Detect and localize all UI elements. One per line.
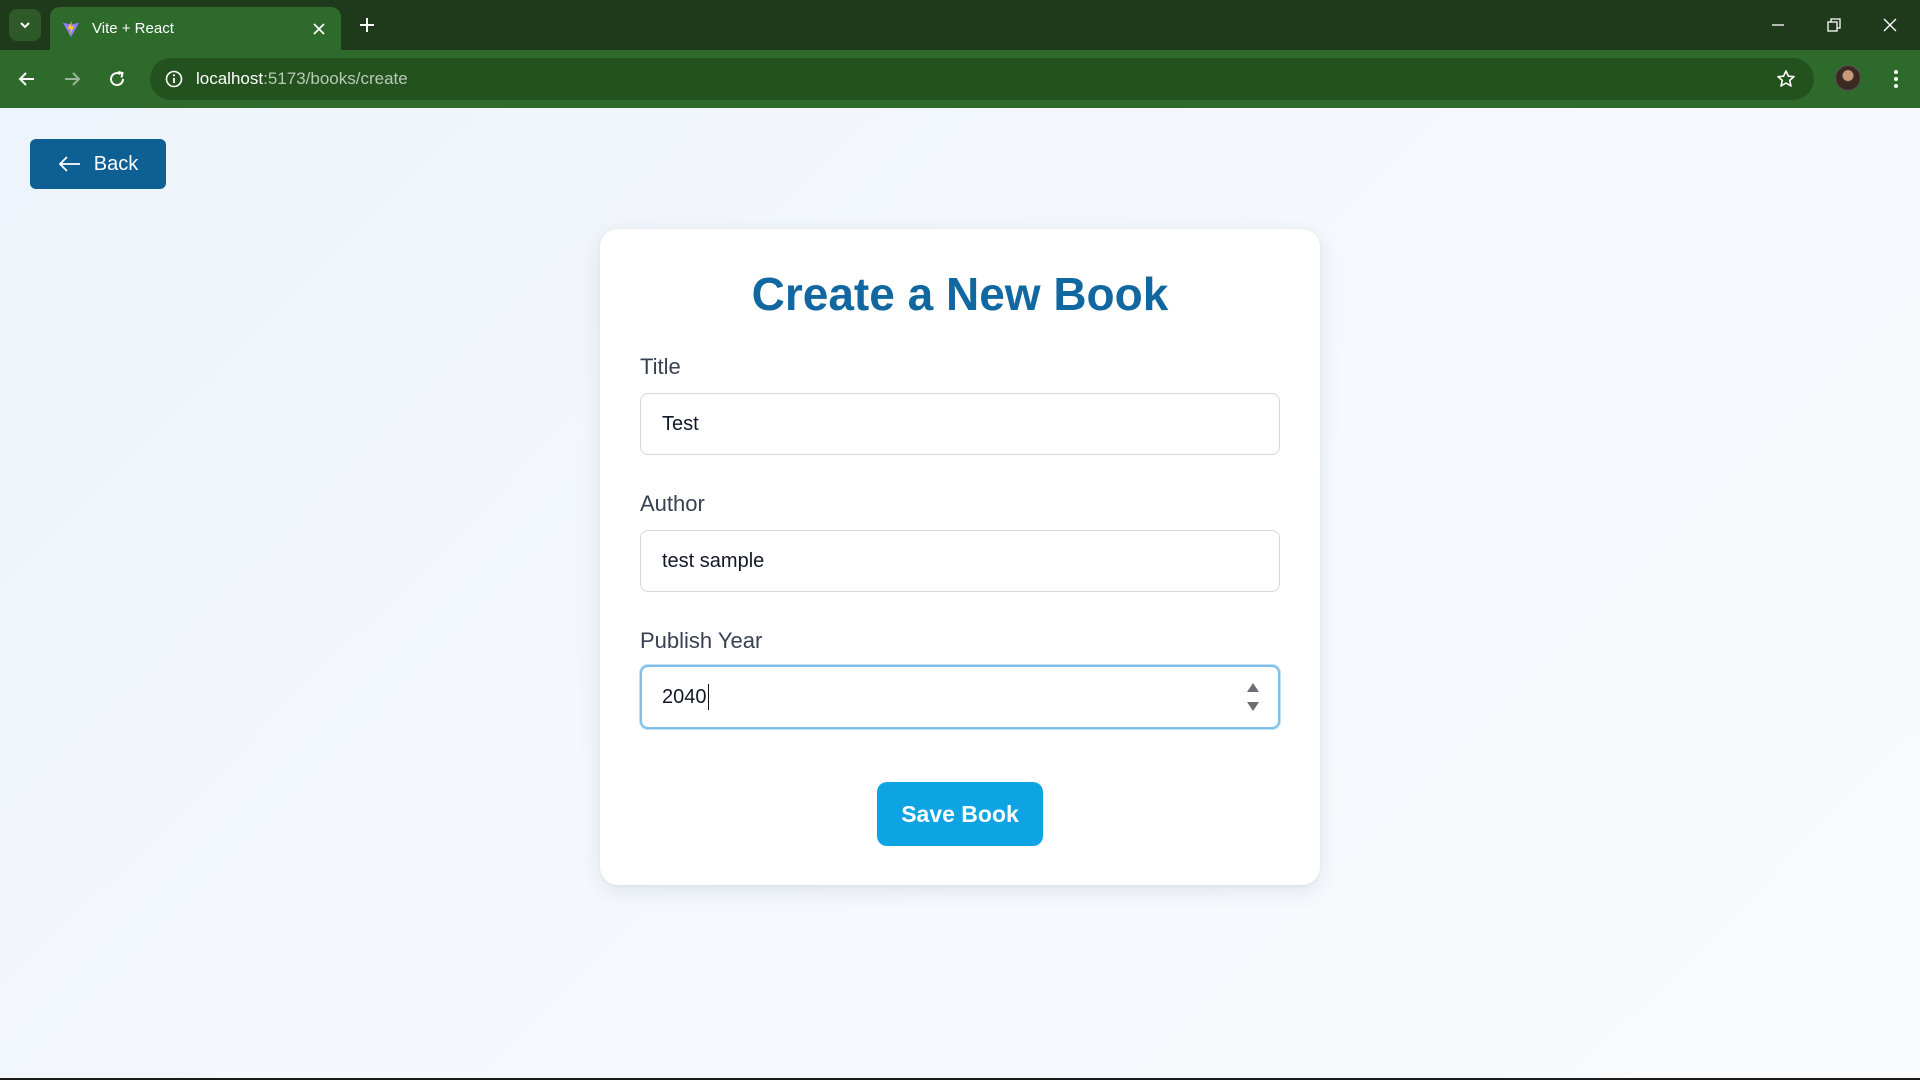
- minimize-button[interactable]: [1750, 0, 1806, 50]
- reload-button[interactable]: [101, 63, 133, 95]
- number-spinner[interactable]: [1246, 683, 1260, 711]
- back-button-label: Back: [93, 152, 139, 175]
- close-window-button[interactable]: [1862, 0, 1918, 50]
- tab-title: Vite + React: [92, 20, 174, 37]
- save-book-button[interactable]: Save Book: [877, 782, 1043, 846]
- more-vertical-icon: [1894, 70, 1898, 88]
- restore-icon: [1827, 18, 1841, 32]
- forward-nav-button[interactable]: [56, 63, 88, 95]
- bookmark-star-icon[interactable]: [1774, 67, 1798, 91]
- form-title: Create a New Book: [751, 268, 1169, 320]
- title-input-value: Test: [662, 412, 699, 435]
- tab-search-button[interactable]: [9, 9, 41, 41]
- browser-tab[interactable]: Vite + React: [50, 7, 341, 50]
- chevron-down-icon: [20, 22, 30, 29]
- publish-year-input[interactable]: 2040: [640, 665, 1280, 729]
- new-tab-button[interactable]: [352, 10, 382, 40]
- create-book-form: Create a New Book Title Test Author test…: [600, 229, 1320, 885]
- site-info-icon[interactable]: [162, 67, 186, 91]
- tab-close-button[interactable]: [307, 17, 331, 41]
- url-path: :5173/books/create: [263, 69, 408, 88]
- restore-button[interactable]: [1806, 0, 1862, 50]
- title-input[interactable]: Test: [640, 393, 1280, 455]
- author-input[interactable]: test sample: [640, 530, 1280, 592]
- minimize-icon: [1772, 24, 1784, 26]
- author-label: Author: [640, 491, 705, 516]
- address-bar[interactable]: localhost:5173/books/create: [150, 58, 1814, 100]
- publish-year-label: Publish Year: [640, 628, 763, 653]
- browser-menu-button[interactable]: [1880, 63, 1912, 95]
- back-button[interactable]: Back: [30, 139, 166, 189]
- close-icon: [1883, 18, 1897, 32]
- back-nav-button[interactable]: [11, 63, 43, 95]
- arrow-left-icon: [58, 156, 80, 172]
- arrow-left-icon: [18, 72, 34, 86]
- vite-logo-icon: [62, 20, 80, 37]
- close-icon: [313, 22, 325, 35]
- publish-year-input-value: 2040: [662, 685, 707, 708]
- author-input-value: test sample: [662, 549, 765, 572]
- plus-icon: [360, 18, 374, 32]
- spin-up-icon[interactable]: [1247, 683, 1259, 692]
- url-host: localhost: [196, 69, 264, 88]
- url-text: localhost:5173/books/create: [196, 69, 408, 89]
- text-caret: [707, 684, 709, 710]
- tab-strip: Vite + React: [0, 0, 1920, 50]
- arrow-right-icon: [65, 72, 81, 86]
- browser-toolbar: localhost:5173/books/create: [0, 50, 1920, 108]
- title-label: Title: [640, 354, 681, 379]
- reload-icon: [110, 71, 125, 87]
- profile-avatar[interactable]: [1835, 65, 1861, 91]
- spin-down-icon[interactable]: [1247, 702, 1259, 711]
- page-content: Back Create a New Book Title Test Author…: [0, 108, 1920, 1078]
